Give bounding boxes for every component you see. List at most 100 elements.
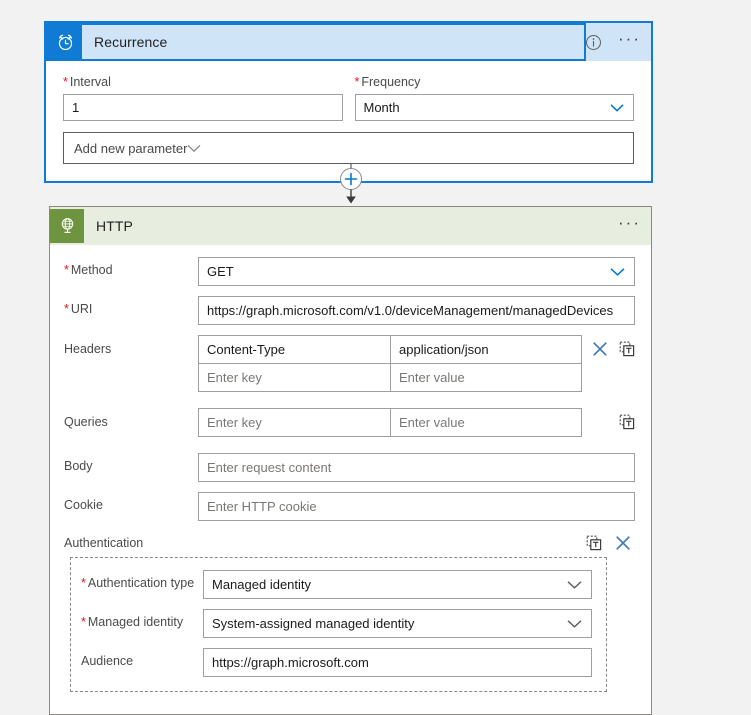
header-value-cell[interactable]: application/json	[390, 336, 581, 363]
required-indicator: *	[64, 302, 69, 316]
header-key-cell[interactable]: Content-Type	[199, 336, 390, 363]
recurrence-title: Recurrence	[94, 34, 168, 50]
http-action-card[interactable]: HTTP ··· * Method GET * URI https://grap…	[49, 206, 652, 715]
recurrence-card-header: Recurrence ···	[46, 23, 651, 61]
queries-table: Enter key Enter value	[198, 408, 582, 437]
body-placeholder: Enter request content	[207, 460, 332, 475]
uri-input[interactable]: https://graph.microsoft.com/v1.0/deviceM…	[198, 296, 635, 325]
authentication-type-control: Managed identity	[203, 570, 592, 599]
headers-row: Headers Content-Type application/json En…	[64, 335, 635, 392]
interval-label: * Interval	[63, 75, 111, 89]
chevron-down-icon	[567, 577, 582, 592]
method-value: GET	[207, 264, 234, 279]
dynamic-content-icon[interactable]	[619, 341, 635, 357]
required-indicator: *	[81, 576, 86, 590]
method-label: * Method	[64, 263, 113, 277]
audience-input[interactable]: https://graph.microsoft.com	[203, 648, 592, 677]
cookie-placeholder: Enter HTTP cookie	[207, 499, 317, 514]
info-icon[interactable]	[585, 34, 602, 51]
add-new-parameter-dropdown[interactable]: Add new parameter	[63, 132, 634, 164]
uri-row: * URI https://graph.microsoft.com/v1.0/de…	[64, 296, 635, 325]
headers-grid: Content-Type application/json Enter key …	[198, 335, 582, 392]
authentication-header-row: Authentication	[64, 535, 635, 551]
authentication-type-dropdown[interactable]: Managed identity	[203, 570, 592, 599]
chevron-down-icon	[610, 100, 624, 115]
http-header-actions: ···	[616, 207, 643, 245]
uri-value: https://graph.microsoft.com/v1.0/deviceM…	[207, 303, 614, 318]
more-options-icon[interactable]: ···	[616, 214, 643, 234]
recurrence-action-card[interactable]: Recurrence ··· * Interval 1 * Frequency …	[44, 21, 653, 183]
cookie-input[interactable]: Enter HTTP cookie	[198, 492, 635, 521]
chevron-down-icon	[567, 616, 582, 631]
alarm-clock-icon	[48, 25, 82, 59]
required-indicator: *	[81, 615, 86, 629]
more-options-icon[interactable]: ···	[616, 30, 643, 50]
delete-icon[interactable]	[592, 341, 608, 357]
authentication-type-row: * Authentication type Managed identity	[81, 570, 592, 599]
interval-field-group: * Interval 1	[63, 75, 343, 121]
frequency-value: Month	[363, 100, 400, 115]
chevron-down-icon	[610, 264, 625, 279]
body-label: Body	[64, 459, 93, 473]
header-value-cell[interactable]: Enter value	[390, 364, 581, 391]
recurrence-header-selected-region[interactable]: Recurrence	[46, 23, 586, 61]
workflow-connector	[336, 163, 366, 208]
audience-value: https://graph.microsoft.com	[212, 655, 369, 670]
queries-grid: Enter key Enter value	[198, 408, 582, 437]
table-row[interactable]: Content-Type application/json	[199, 336, 581, 363]
authentication-row-icons	[586, 535, 635, 551]
managed-identity-dropdown[interactable]: System-assigned managed identity	[203, 609, 592, 638]
authentication-type-label: * Authentication type	[81, 576, 195, 590]
header-key-cell[interactable]: Enter key	[199, 364, 390, 391]
required-indicator: *	[354, 75, 360, 89]
cookie-label: Cookie	[64, 498, 103, 512]
frequency-label: * Frequency	[354, 75, 421, 89]
managed-identity-row: * Managed identity System-assigned manage…	[81, 609, 592, 638]
body-row: Body Enter request content	[64, 453, 635, 482]
audience-control: https://graph.microsoft.com	[203, 648, 592, 677]
interval-input[interactable]: 1	[63, 94, 343, 121]
managed-identity-value: System-assigned managed identity	[212, 616, 415, 631]
cookie-control: Enter HTTP cookie	[198, 492, 635, 521]
cookie-row: Cookie Enter HTTP cookie	[64, 492, 635, 521]
method-row: * Method GET	[64, 257, 635, 286]
queries-label: Queries	[64, 415, 108, 429]
authentication-label: Authentication	[64, 536, 144, 550]
method-control: GET	[198, 257, 635, 286]
headers-row-icons	[582, 335, 635, 357]
audience-row: Audience https://graph.microsoft.com	[81, 648, 592, 677]
required-indicator: *	[63, 75, 68, 89]
recurrence-fields-row: * Interval 1 * Frequency Month	[63, 75, 634, 121]
http-title: HTTP	[96, 217, 133, 234]
query-value-cell[interactable]: Enter value	[390, 409, 581, 436]
http-card-header[interactable]: HTTP ···	[50, 207, 651, 245]
table-row[interactable]: Enter key Enter value	[199, 363, 581, 391]
method-dropdown[interactable]: GET	[198, 257, 635, 286]
queries-row-icons	[582, 408, 635, 430]
body-control: Enter request content	[198, 453, 635, 482]
http-card-body: * Method GET * URI https://graph.microso…	[50, 245, 651, 714]
required-indicator: *	[64, 263, 69, 277]
dynamic-content-icon[interactable]	[619, 414, 635, 430]
frequency-field-group: * Frequency Month	[354, 75, 634, 121]
managed-identity-label: * Managed identity	[81, 615, 184, 629]
headers-table: Content-Type application/json Enter key …	[198, 335, 582, 392]
chevron-down-icon	[187, 141, 201, 156]
add-new-parameter-label: Add new parameter	[74, 140, 188, 156]
recurrence-header-actions: ···	[585, 23, 643, 61]
headers-label: Headers	[64, 342, 112, 356]
frequency-dropdown[interactable]: Month	[354, 94, 634, 121]
audience-label: Audience	[81, 654, 134, 668]
authentication-type-value: Managed identity	[212, 577, 312, 592]
managed-identity-control: System-assigned managed identity	[203, 609, 592, 638]
workflow-designer-canvas: Recurrence ··· * Interval 1 * Frequency …	[0, 0, 751, 715]
body-input[interactable]: Enter request content	[198, 453, 635, 482]
query-key-cell[interactable]: Enter key	[199, 409, 390, 436]
delete-icon[interactable]	[615, 535, 631, 551]
queries-row: Queries Enter key Enter value	[64, 408, 635, 437]
uri-control: https://graph.microsoft.com/v1.0/deviceM…	[198, 296, 635, 325]
dynamic-content-icon[interactable]	[586, 535, 602, 551]
uri-label: * URI	[64, 302, 93, 316]
authentication-panel: * Authentication type Managed identity *…	[70, 557, 607, 692]
globe-icon	[50, 208, 84, 243]
